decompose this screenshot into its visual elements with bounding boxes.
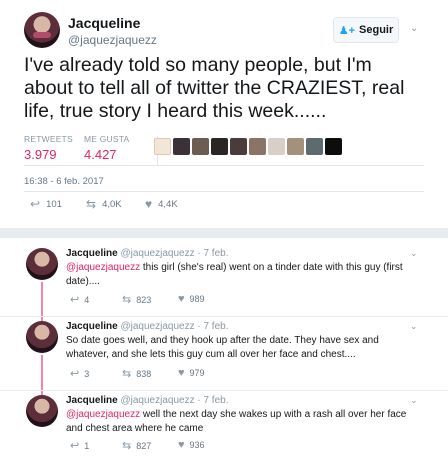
thread-line: [41, 355, 43, 390]
avatar[interactable]: [26, 321, 58, 353]
mention-link[interactable]: @jaquezjaquezz: [66, 262, 140, 273]
follow-button[interactable]: ♟+ Seguir: [333, 17, 399, 43]
reply-text-body: So date goes well, and they hook up afte…: [66, 335, 379, 360]
reply-header: Jacqueline @jaquezjaquezz · 7 feb.: [66, 321, 228, 332]
user-handle[interactable]: @jaquezjaquezz: [68, 33, 157, 47]
liker-avatar[interactable]: [154, 138, 171, 155]
heart-icon: ♥: [178, 293, 185, 305]
like-button[interactable]: ♥ 979: [178, 367, 205, 379]
avatar[interactable]: [26, 248, 58, 280]
reply-count: 101: [46, 198, 62, 210]
retweet-button[interactable]: ⇆ 838: [122, 367, 151, 380]
retweet-icon: ⇆: [122, 294, 132, 306]
reply-button[interactable]: ↩ 4: [70, 293, 89, 306]
thread-line: [41, 282, 43, 316]
reply-count: 3: [84, 368, 90, 379]
like-button[interactable]: ♥ 989: [178, 293, 205, 305]
reply-icon: ↩: [30, 197, 41, 211]
chevron-down-icon[interactable]: ⌄: [410, 321, 418, 332]
reply-text: @jaquezjaquezz well the next day she wak…: [66, 408, 422, 436]
liker-avatar[interactable]: [230, 138, 247, 155]
reply-meta: @jaquezjaquezz · 7 feb.: [120, 248, 229, 259]
liker-avatar[interactable]: [287, 138, 304, 155]
likes-value: 4.427: [84, 147, 117, 162]
display-name[interactable]: Jacqueline: [66, 395, 118, 406]
like-button[interactable]: ♥ 936: [178, 439, 205, 451]
likes-stat[interactable]: ME GUSTA 4.427: [84, 134, 129, 162]
retweet-count: 4,0K: [102, 198, 122, 210]
liker-avatar[interactable]: [249, 138, 266, 155]
like-count: 989: [189, 294, 205, 304]
heart-icon: ♥: [145, 197, 153, 211]
reply-meta: @jaquezjaquezz · 7 feb.: [120, 395, 229, 406]
main-tweet: Jacqueline @jaquezjaquezz ♟+ Seguir ⌄ I'…: [0, 0, 448, 228]
reply-text: @jaquezjaquezz this girl (she's real) we…: [66, 261, 422, 289]
liker-avatar[interactable]: [173, 138, 190, 155]
chevron-down-icon[interactable]: ⌄: [410, 395, 418, 406]
mention-link[interactable]: @jaquezjaquezz: [66, 409, 140, 420]
reply-meta: @jaquezjaquezz · 7 feb.: [120, 321, 229, 332]
liker-avatar[interactable]: [192, 138, 209, 155]
reply-button[interactable]: ↩ 1: [70, 439, 89, 452]
reply-tweet[interactable]: Jacqueline @jaquezjaquezz · 7 feb. ⌄ So …: [0, 317, 448, 390]
chevron-down-icon[interactable]: ⌄: [410, 23, 420, 34]
tweet-text: I've already told so many people, but I'…: [24, 54, 405, 122]
reply-icon: ↩: [70, 294, 80, 306]
reply-count: 4: [84, 294, 90, 305]
retweets-stat[interactable]: RETWEETS 3.979: [24, 134, 73, 162]
like-count: 936: [189, 440, 205, 450]
like-count: 979: [189, 368, 205, 378]
reply-header: Jacqueline @jaquezjaquezz · 7 feb.: [66, 248, 228, 259]
likes-label: ME GUSTA: [84, 134, 130, 144]
chevron-down-icon[interactable]: ⌄: [410, 248, 418, 259]
reply-text: So date goes well, and they hook up afte…: [66, 334, 422, 362]
like-count: 4,4K: [158, 198, 178, 210]
retweet-icon: ⇆: [86, 197, 97, 211]
display-name[interactable]: Jacqueline: [66, 248, 118, 259]
add-person-icon: ♟+: [338, 24, 356, 37]
reply-tweet[interactable]: Jacqueline @jaquezjaquezz · 7 feb. ⌄ @ja…: [0, 238, 448, 316]
retweets-label: RETWEETS: [24, 134, 73, 144]
heart-icon: ♥: [178, 367, 185, 379]
follow-button-label: Seguir: [359, 24, 394, 36]
display-name[interactable]: Jacqueline: [66, 321, 118, 332]
display-name[interactable]: Jacqueline: [68, 15, 140, 31]
reply-icon: ↩: [70, 368, 80, 380]
liker-avatar[interactable]: [268, 138, 285, 155]
liker-avatar[interactable]: [306, 138, 323, 155]
avatar[interactable]: [24, 12, 60, 48]
retweet-count: 827: [136, 440, 152, 451]
tweet-timestamp[interactable]: 16:38 - 6 feb. 2017: [24, 176, 104, 187]
divider: [24, 165, 424, 166]
retweets-value: 3.979: [24, 147, 57, 162]
liker-avatar[interactable]: [325, 138, 342, 155]
retweet-icon: ⇆: [122, 368, 132, 380]
divider: [24, 191, 424, 192]
retweet-button[interactable]: ⇆ 823: [122, 293, 151, 306]
retweet-count: 838: [136, 368, 152, 379]
like-button[interactable]: ♥ 4,4K: [145, 197, 178, 211]
retweet-icon: ⇆: [122, 440, 132, 452]
avatar[interactable]: [26, 395, 58, 427]
reply-header: Jacqueline @jaquezjaquezz · 7 feb.: [66, 395, 228, 406]
section-gap: [0, 228, 448, 238]
heart-icon: ♥: [178, 439, 185, 451]
reply-icon: ↩: [70, 440, 80, 452]
reply-count: 1: [84, 440, 90, 451]
reply-button[interactable]: ↩ 3: [70, 367, 89, 380]
reply-tweet[interactable]: Jacqueline @jaquezjaquezz · 7 feb. ⌄ @ja…: [0, 391, 448, 460]
reply-button[interactable]: ↩ 101: [30, 197, 62, 211]
retweet-button[interactable]: ⇆ 827: [122, 439, 151, 452]
liker-avatar[interactable]: [211, 138, 228, 155]
retweet-button[interactable]: ⇆ 4,0K: [86, 197, 122, 211]
retweet-count: 823: [136, 294, 152, 305]
